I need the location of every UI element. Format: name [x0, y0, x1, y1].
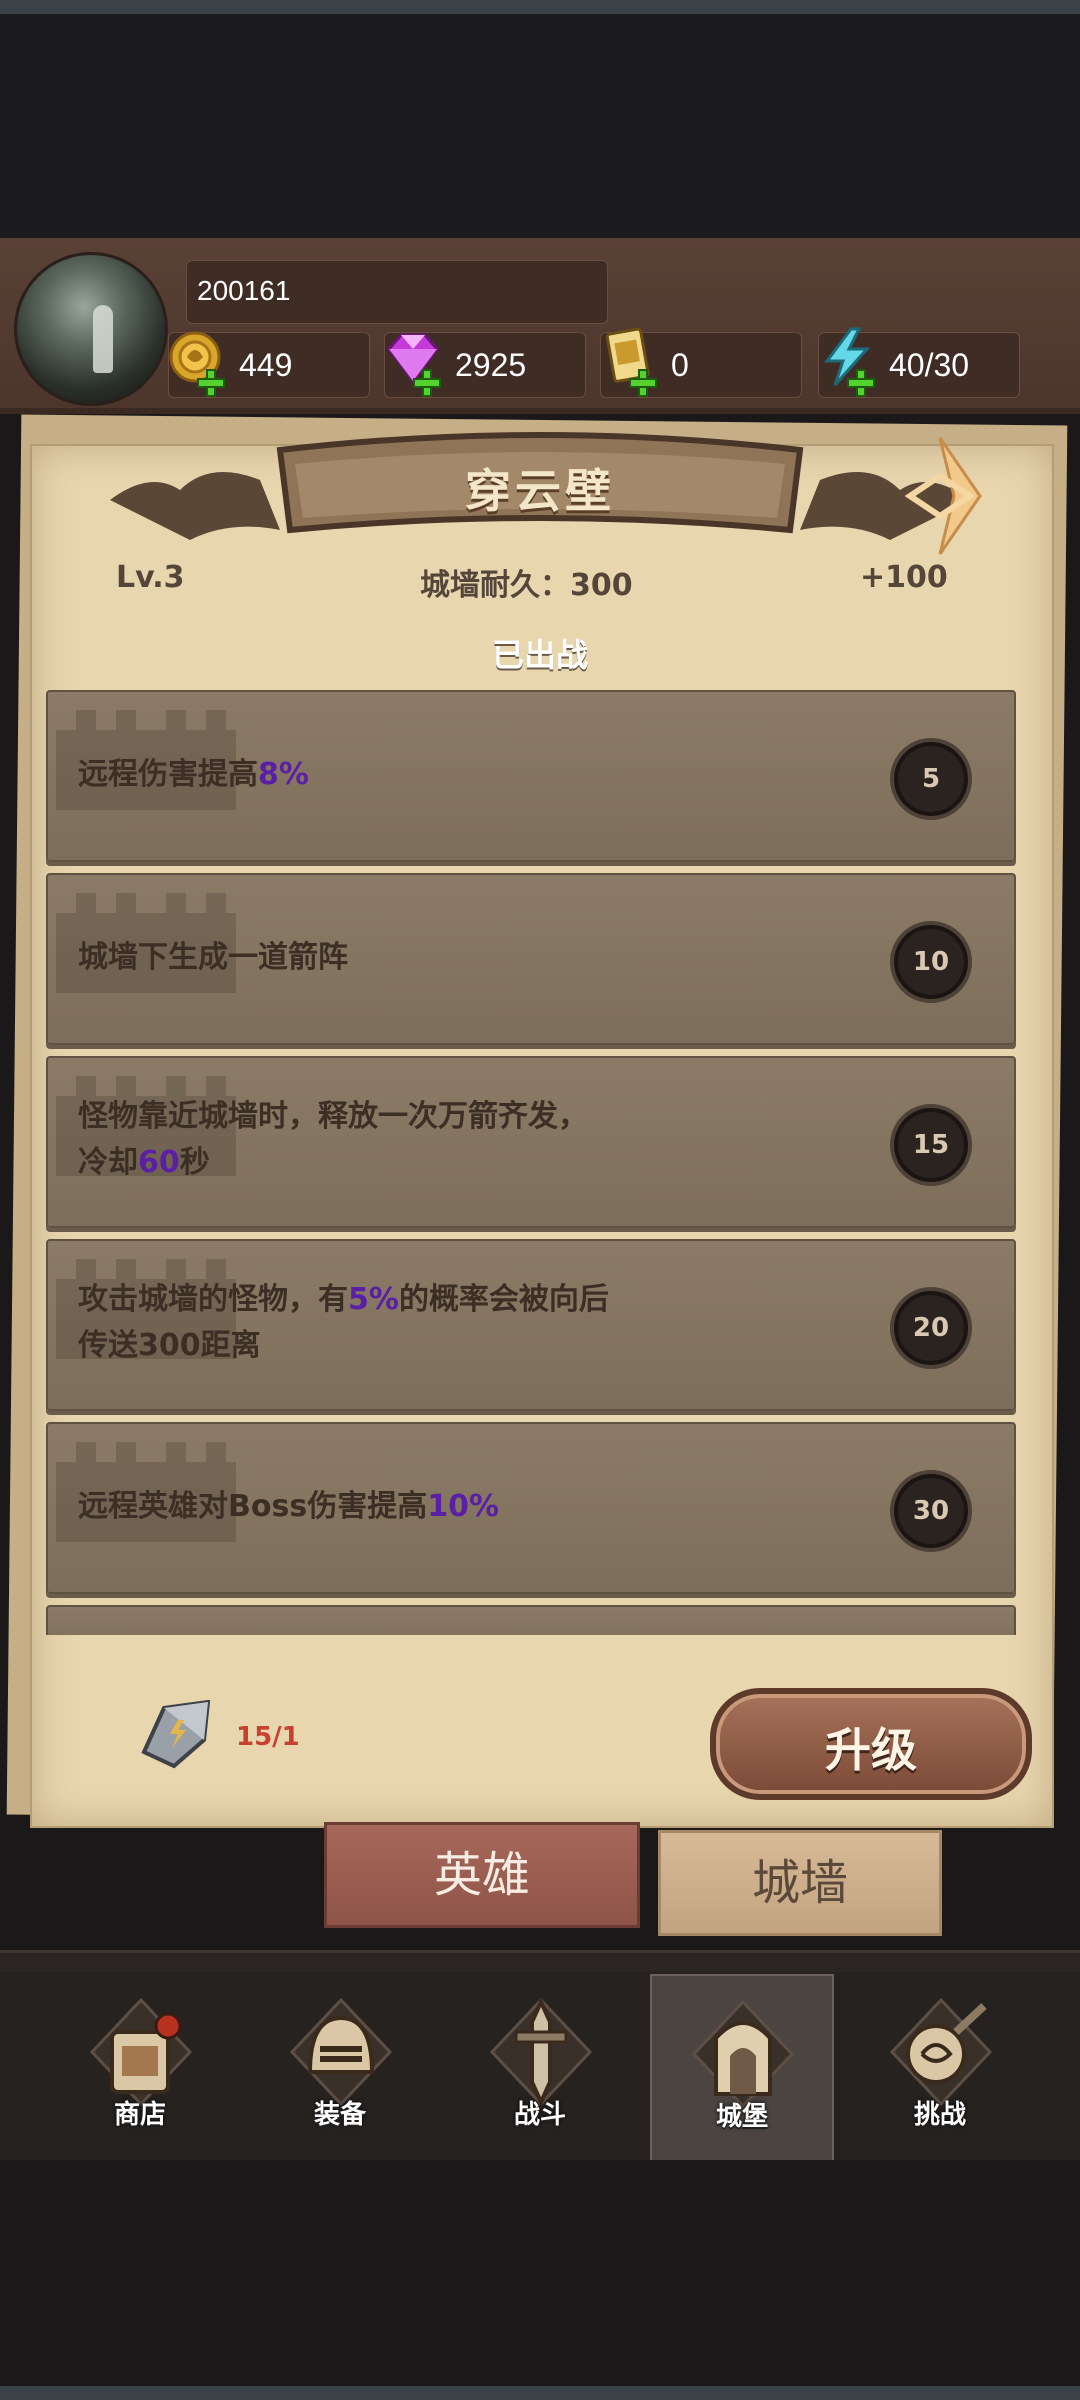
material-count: 15/1 — [236, 1722, 300, 1752]
deployed-status: 已出战 — [491, 636, 588, 674]
perk-row: 城墙下生成一道箭阵 10 — [46, 873, 1016, 1045]
perk-text: 攻击城墙的怪物，有5%的概率会被向后 传送300距离 — [78, 1282, 609, 1363]
add-gold-icon[interactable] — [197, 369, 225, 397]
perk-row: 远程伤害提高8% 5 — [46, 690, 1016, 862]
perk-text: 远程英雄对Boss伤害提高10% — [78, 1489, 500, 1524]
ticket-resource[interactable]: 0 — [600, 327, 802, 398]
gesture-strip — [0, 2386, 1080, 2400]
nav-label: 挑战 — [913, 2100, 966, 2130]
tab-wall[interactable]: 城墙 — [658, 1830, 942, 1936]
perk-text: 远程伤害提高8% — [78, 757, 309, 792]
energy-value: 40/30 — [889, 347, 970, 383]
gem-value: 2925 — [455, 347, 527, 383]
nav-challenge[interactable]: 挑战 — [850, 1974, 1030, 2158]
perk-row: 怪物靠近城墙时，释放一次万箭齐发， 冷却60秒 15 — [46, 1056, 1016, 1228]
add-ticket-icon[interactable] — [629, 369, 657, 397]
user-id: 200161 — [197, 275, 291, 306]
perk-list[interactable]: 远程伤害提高8% 5 城墙下生成一道箭阵 10 怪物靠近城墙时，释放一次万箭齐发… — [46, 690, 1016, 1635]
user-id-box: 200161 — [186, 260, 608, 324]
perk-level-badge: 10 — [890, 921, 972, 1003]
perk-level-badge: 20 — [890, 1287, 972, 1369]
avatar-figure — [93, 305, 113, 373]
gem-resource[interactable]: 2925 — [384, 332, 586, 398]
nav-castle[interactable]: 城堡 — [650, 1974, 834, 2162]
nav-battle[interactable]: 战斗 — [450, 1974, 630, 2158]
perk-row: 攻击城墙的怪物，有5%的概率会被向后 传送300距离 20 — [46, 1239, 1016, 1411]
energy-resource[interactable]: 40/30 — [818, 327, 1020, 398]
add-gem-icon[interactable] — [413, 369, 441, 397]
perk-level-badge: 5 — [890, 738, 972, 820]
nav-label: 战斗 — [513, 2100, 566, 2130]
gold-value: 449 — [239, 347, 293, 383]
bottom-blank-area — [0, 2160, 1080, 2386]
wall-durability: 城墙耐久：300 — [420, 568, 633, 603]
upgrade-button-label: 升级 — [825, 1723, 917, 1777]
nav-shop[interactable]: 商店 — [50, 1974, 230, 2158]
ticket-value: 0 — [671, 347, 689, 383]
perk-text: 怪物靠近城墙时，释放一次万箭齐发， 冷却60秒 — [78, 1099, 588, 1180]
wall-name: 穿云壁 — [465, 464, 615, 518]
perk-row: 远程英雄对Boss伤害提高10% 30 — [46, 1422, 1016, 1594]
perk-level-badge: 30 — [890, 1470, 972, 1552]
tab-heroes[interactable]: 英雄 — [324, 1822, 640, 1928]
perk-text: 城墙下生成一道箭阵 — [78, 940, 348, 975]
wall-level: Lv.3 — [116, 560, 185, 595]
avatar[interactable] — [14, 252, 168, 406]
upgrade-stone-icon — [141, 1700, 211, 1769]
status-strip — [0, 0, 1080, 14]
wall-bonus: +100 — [860, 560, 948, 595]
upgrade-button[interactable]: 升级 — [710, 1688, 1032, 1800]
perk-row-partial — [46, 1605, 1016, 1635]
top-blank-area — [0, 14, 1080, 238]
add-energy-icon[interactable] — [847, 369, 875, 397]
perk-level-badge: 15 — [890, 1104, 972, 1186]
nav-label: 城堡 — [715, 2102, 768, 2132]
gold-resource[interactable]: 449 — [168, 331, 370, 398]
nav-label: 装备 — [313, 2100, 366, 2130]
nav-equipment[interactable]: 装备 — [250, 1974, 430, 2158]
nav-label: 商店 — [113, 2100, 166, 2130]
